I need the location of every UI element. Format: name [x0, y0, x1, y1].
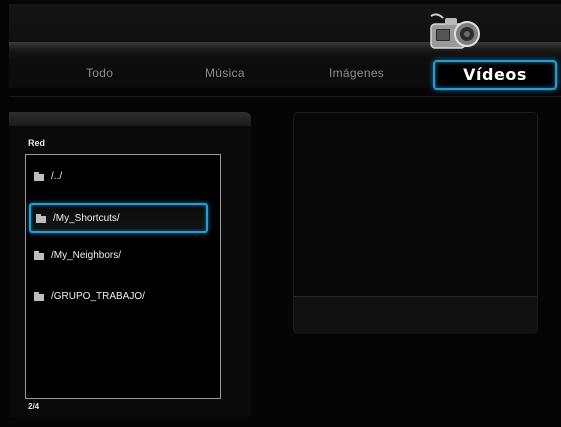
list-item-parent-folder[interactable]: /../ — [34, 165, 210, 187]
source-label: Red — [28, 138, 46, 148]
media-player-screen: Todo Música Imágenes Vídeos Red /../ /My… — [0, 0, 561, 427]
preview-info-bar — [294, 296, 537, 334]
list-item-label: /My_Neighbors/ — [51, 249, 122, 261]
list-item-label: /My_Shortcuts/ — [53, 212, 120, 224]
folder-icon — [34, 291, 44, 301]
list-item-label: /GRUPO_TRABAJO/ — [51, 290, 145, 302]
folder-icon — [36, 213, 46, 223]
tab-todo[interactable]: Todo — [86, 66, 113, 80]
list-item-grupo-trabajo[interactable]: /GRUPO_TRABAJO/ — [34, 285, 210, 307]
browser-panel-header — [9, 112, 251, 126]
list-item-my-neighbors[interactable]: /My_Neighbors/ — [34, 244, 210, 266]
tab-imagenes[interactable]: Imágenes — [329, 66, 384, 80]
video-camera-icon — [427, 10, 485, 54]
category-tabs: Todo Música Imágenes Vídeos — [9, 60, 561, 94]
divider — [9, 96, 561, 97]
tab-musica[interactable]: Música — [205, 66, 245, 80]
folder-icon — [34, 250, 44, 260]
list-item-label: /../ — [51, 170, 63, 182]
folder-icon — [34, 171, 44, 181]
preview-panel — [293, 112, 538, 334]
folder-list: /../ /My_Shortcuts/ /My_Neighbors/ /GRUP… — [25, 154, 221, 399]
page-indicator: 2/4 — [28, 402, 40, 411]
list-item-my-shortcuts[interactable]: /My_Shortcuts/ — [29, 203, 208, 233]
tab-videos[interactable]: Vídeos — [433, 60, 557, 90]
